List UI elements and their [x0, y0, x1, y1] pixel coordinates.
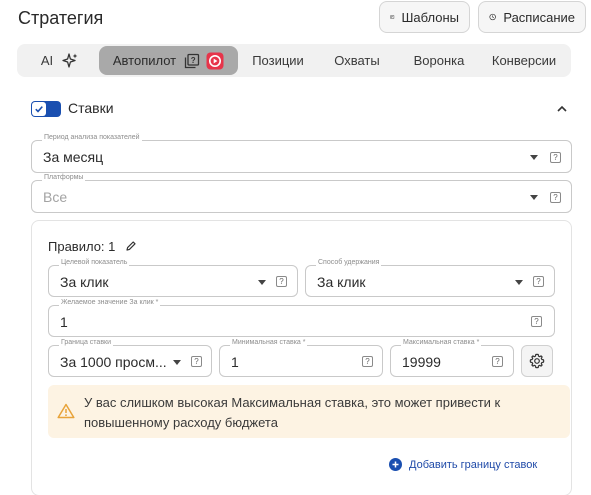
tab-autopilot[interactable]: Автопилот ? — [99, 46, 238, 75]
bid-limit-value: За 1000 просм... — [60, 354, 167, 370]
bid-settings-button[interactable] — [521, 345, 553, 377]
chevron-down-icon — [173, 360, 181, 365]
help-icon[interactable]: ? — [533, 276, 544, 287]
high-bid-warning: У вас слишком высокая Максимальная ставк… — [48, 385, 570, 438]
rule-title-text: Правило: 1 — [48, 239, 116, 254]
plus-circle-icon — [389, 458, 402, 471]
hold-method-select[interactable]: Способ удержания За клик ? — [305, 259, 555, 297]
platforms-select[interactable]: Платформы Все ? — [31, 174, 572, 213]
svg-text:?: ? — [191, 56, 196, 65]
pencil-icon[interactable] — [125, 240, 137, 252]
hold-method-label: Способ удержания — [316, 259, 382, 266]
schedule-button[interactable]: Расписание — [478, 1, 586, 33]
desired-value-value: 1 — [60, 314, 68, 330]
video-play-icon[interactable] — [206, 52, 224, 70]
chevron-down-icon — [530, 195, 538, 200]
help-icon[interactable]: ? — [191, 356, 202, 367]
tab-funnel-label: Воронка — [413, 53, 465, 68]
target-metric-value: За клик — [60, 274, 109, 290]
chevron-down-icon — [258, 280, 266, 285]
add-bid-limit-label: Добавить границу ставок — [409, 458, 538, 471]
desired-value-label: Желаемое значение За клик * — [59, 299, 161, 306]
period-select[interactable]: Период анализа показателей За месяц ? — [31, 134, 572, 173]
max-bid-value: 19999 — [402, 354, 441, 370]
page-title: Стратегия — [18, 8, 104, 28]
target-metric-label: Целевой показатель — [59, 259, 130, 266]
warning-text: У вас слишком высокая Максимальная ставк… — [84, 395, 501, 430]
tab-conversions-label: Конверсии — [491, 53, 557, 68]
tab-autopilot-label: Автопилот — [112, 53, 177, 68]
clock-icon — [489, 13, 496, 21]
help-icon[interactable]: ? — [550, 152, 561, 163]
tab-ai-label: AI — [40, 53, 54, 68]
desired-value-input[interactable]: Желаемое значение За клик * 1 ? — [48, 299, 555, 337]
period-label: Период анализа показателей — [42, 134, 142, 141]
templates-icon — [390, 15, 395, 19]
tab-conversions[interactable]: Конверсии — [481, 44, 567, 77]
tab-reach-label: Охваты — [334, 53, 380, 68]
hold-method-value: За клик — [317, 274, 366, 290]
max-bid-input[interactable]: Максимальная ставка * 19999 ? — [390, 339, 514, 377]
gear-icon — [529, 353, 545, 369]
help-icon[interactable]: ? — [362, 356, 373, 367]
tab-reach[interactable]: Охваты — [317, 44, 397, 77]
tab-funnel[interactable]: Воронка — [399, 44, 479, 77]
add-bid-limit-link[interactable]: Добавить границу ставок — [389, 458, 537, 471]
tab-positions[interactable]: Позиции — [241, 44, 315, 77]
check-icon — [32, 102, 46, 116]
bid-limit-select[interactable]: Граница ставки За 1000 просм... ? — [48, 339, 212, 377]
min-bid-value: 1 — [231, 354, 239, 370]
help-icon[interactable]: ? — [276, 276, 287, 287]
bids-toggle[interactable] — [31, 101, 61, 117]
help-icon[interactable]: ? — [531, 316, 542, 327]
warning-icon — [57, 403, 75, 419]
tab-ai[interactable]: AI — [25, 44, 95, 77]
min-bid-input[interactable]: Минимальная ставка * 1 ? — [219, 339, 383, 377]
templates-button[interactable]: Шаблоны — [379, 1, 470, 33]
min-bid-label: Минимальная ставка * — [230, 339, 308, 346]
chevron-up-icon[interactable] — [555, 102, 569, 116]
rule-title: Правило: 1 — [48, 239, 137, 254]
target-metric-select[interactable]: Целевой показатель За клик ? — [48, 259, 298, 297]
tab-positions-label: Позиции — [252, 53, 304, 68]
platforms-placeholder: Все — [43, 189, 68, 205]
help-icon[interactable]: ? — [184, 53, 200, 69]
platforms-label: Платформы — [42, 174, 86, 181]
chevron-down-icon — [515, 280, 523, 285]
templates-label: Шаблоны — [401, 9, 460, 25]
max-bid-label: Максимальная ставка * — [401, 339, 482, 346]
strategy-tabs: AI Автопилот ? Позиции Охваты Воронка Ко… — [17, 44, 571, 77]
period-value: За месяц — [43, 149, 104, 165]
bid-limit-label: Граница ставки — [59, 339, 114, 346]
help-icon[interactable]: ? — [550, 192, 561, 203]
help-icon[interactable]: ? — [492, 356, 503, 367]
sparkle-icon — [61, 52, 79, 70]
section-title: Ставки — [68, 100, 114, 116]
schedule-label: Расписание — [503, 9, 575, 25]
chevron-down-icon — [530, 155, 538, 160]
